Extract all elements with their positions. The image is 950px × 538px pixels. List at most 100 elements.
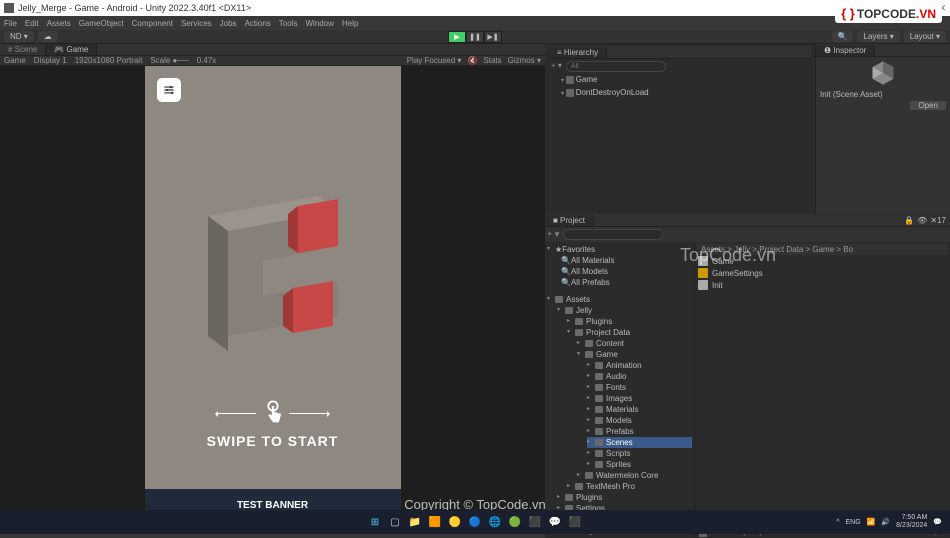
- menu-services[interactable]: Services: [181, 19, 212, 28]
- gameview-display[interactable]: Display 1: [34, 56, 67, 65]
- folder-game[interactable]: ▾Game: [577, 349, 692, 360]
- menu-file[interactable]: File: [4, 19, 17, 28]
- menu-help[interactable]: Help: [342, 19, 358, 28]
- create-dropdown[interactable]: + ▾: [551, 61, 562, 72]
- cloud-icon[interactable]: ☁: [38, 31, 58, 42]
- asset-game[interactable]: Game: [697, 255, 948, 267]
- mute-icon[interactable]: 🔇: [467, 56, 477, 65]
- chrome-icon[interactable]: 🌐: [487, 514, 503, 530]
- hierarchy-root[interactable]: Game: [549, 74, 811, 87]
- gameview-resolution[interactable]: 1920x1080 Portrait: [75, 56, 143, 65]
- project-create-dropdown[interactable]: + ▾: [547, 229, 559, 240]
- tab-hierarchy[interactable]: ≡ Hierarchy: [549, 47, 607, 58]
- menu-tools[interactable]: Tools: [279, 19, 298, 28]
- breadcrumb[interactable]: Assets > Jelly > Project Data > Game > B…: [697, 244, 948, 255]
- asset-gamesettings[interactable]: GameSettings: [697, 267, 948, 279]
- folder-plugins[interactable]: ▸Plugins: [567, 316, 692, 327]
- folder-projectdata[interactable]: ▾Project Data: [567, 327, 692, 338]
- gizmos-dropdown[interactable]: Gizmos ▾: [508, 56, 541, 65]
- gameview-toolbar: Game Display 1 1920x1080 Portrait Scale …: [0, 56, 545, 66]
- project-visibility-icon[interactable]: 👁: [917, 216, 927, 225]
- folder-scripts[interactable]: ▸Scripts: [587, 448, 692, 459]
- folder-textmesh[interactable]: ▸TextMesh Pro: [567, 481, 692, 492]
- folder-animation[interactable]: ▸Animation: [587, 360, 692, 371]
- account-dropdown[interactable]: ND ▾: [4, 31, 34, 42]
- project-search[interactable]: [563, 229, 663, 240]
- system-clock[interactable]: 7:50 AM 8/23/2024: [896, 514, 927, 530]
- folder-images[interactable]: ▸Images: [587, 393, 692, 404]
- swipe-prompt: SWIPE TO START: [145, 399, 401, 449]
- tray-language[interactable]: ENG: [846, 519, 861, 526]
- layout-dropdown[interactable]: Layout ▾: [904, 31, 946, 42]
- menu-window[interactable]: Window: [305, 19, 333, 28]
- folder-sprites[interactable]: ▸Sprites: [587, 459, 692, 470]
- tray-wifi-icon[interactable]: 📶: [867, 518, 876, 526]
- folder-audio[interactable]: ▸Audio: [587, 371, 692, 382]
- menu-gameobject[interactable]: GameObject: [79, 19, 124, 28]
- folder-watermelon[interactable]: ▸Watermelon Core: [577, 470, 692, 481]
- tab-inspector[interactable]: ❶ Inspector: [816, 45, 875, 56]
- settings-button[interactable]: [157, 78, 181, 102]
- gameview-mode[interactable]: Game: [4, 56, 26, 65]
- explorer-icon[interactable]: 📁: [407, 514, 423, 530]
- toolbar: ND ▾ ☁ ▶ ❚❚ ▶❚ 🔍 Layers ▾ Layout ▾: [0, 30, 950, 44]
- folder-content[interactable]: ▸Content: [577, 338, 692, 349]
- stats-toggle[interactable]: Stats: [483, 56, 501, 65]
- folder-materials[interactable]: ▸Materials: [587, 404, 692, 415]
- folder-models[interactable]: ▸Models: [587, 415, 692, 426]
- fav-all-materials[interactable]: 🔍 All Materials: [561, 255, 692, 266]
- watermark-logo: { } TOPCODE.VN: [835, 4, 942, 23]
- hand-tap-icon: [259, 399, 287, 427]
- main-area: # Scene 🎮 Game Game Display 1 1920x1080 …: [0, 44, 950, 508]
- play-button[interactable]: ▶: [448, 31, 466, 43]
- fav-all-prefabs[interactable]: 🔍 All Prefabs: [561, 277, 692, 288]
- asset-init[interactable]: Init: [697, 279, 948, 291]
- folder-prefabs[interactable]: ▸Prefabs: [587, 426, 692, 437]
- scene-icon: [566, 89, 574, 97]
- gameview-scale-label[interactable]: Scale ●──: [150, 56, 188, 65]
- project-lock-icon[interactable]: 🔒: [904, 216, 914, 225]
- favorites-header[interactable]: ▾★ Favorites: [547, 244, 692, 255]
- app-icon[interactable]: 🟡: [447, 514, 463, 530]
- play-focused-dropdown[interactable]: Play Focused ▾: [407, 56, 462, 65]
- tab-game[interactable]: 🎮 Game: [46, 44, 97, 55]
- assets-folder[interactable]: ▾Assets: [547, 294, 692, 305]
- menu-edit[interactable]: Edit: [25, 19, 39, 28]
- folder-jelly[interactable]: ▾Jelly: [557, 305, 692, 316]
- app-icon[interactable]: 💬: [547, 514, 563, 530]
- folder-plugins2[interactable]: ▸Plugins: [557, 492, 692, 503]
- hierarchy-dontdestroy[interactable]: DontDestroyOnLoad: [549, 87, 811, 100]
- tab-scene[interactable]: # Scene: [0, 44, 46, 55]
- tray-volume-icon[interactable]: 🔊: [881, 518, 890, 526]
- project-panel: ■ Project 🔒 👁 ✕17 + ▾ ▾★ Favorites 🔍 All…: [545, 214, 950, 538]
- arrow-right-icon: [289, 413, 329, 414]
- folder-scenes[interactable]: ▸Scenes: [587, 437, 692, 448]
- open-button[interactable]: Open: [910, 101, 946, 110]
- app-icon[interactable]: 🟢: [507, 514, 523, 530]
- app-icon[interactable]: 🔵: [467, 514, 483, 530]
- game-viewport: SWIPE TO START TEST BANNER: [0, 66, 545, 521]
- taskview-icon[interactable]: ▢: [387, 514, 403, 530]
- app-icon[interactable]: ⬛: [527, 514, 543, 530]
- step-button[interactable]: ▶❚: [484, 31, 502, 43]
- tray-chevron-icon[interactable]: ^: [836, 519, 839, 526]
- start-button[interactable]: ⊞: [367, 514, 383, 530]
- layers-dropdown[interactable]: Layers ▾: [857, 31, 899, 42]
- folder-fonts[interactable]: ▸Fonts: [587, 382, 692, 393]
- pause-button[interactable]: ❚❚: [466, 31, 484, 43]
- search-icon[interactable]: 🔍: [832, 31, 854, 42]
- menu-assets[interactable]: Assets: [47, 19, 71, 28]
- hierarchy-inspector-row: ≡ Hierarchy + ▾ Game DontDestroyOnLoad ❶…: [545, 44, 950, 214]
- game-screen[interactable]: SWIPE TO START TEST BANNER: [145, 66, 401, 521]
- notifications-icon[interactable]: 💬: [933, 518, 942, 526]
- hierarchy-search[interactable]: [566, 61, 666, 72]
- scene-asset-icon: [698, 256, 708, 266]
- app-icon[interactable]: 🟧: [427, 514, 443, 530]
- tab-project[interactable]: ■ Project: [545, 215, 594, 226]
- menu-jobs[interactable]: Jobs: [220, 19, 237, 28]
- unity-hub-icon[interactable]: ⬛: [567, 514, 583, 530]
- windows-taskbar: ⊞ ▢ 📁 🟧 🟡 🔵 🌐 🟢 ⬛ 💬 ⬛ ^ ENG 📶 🔊 7:50 AM …: [0, 510, 950, 534]
- menu-component[interactable]: Component: [132, 19, 173, 28]
- fav-all-models[interactable]: 🔍 All Models: [561, 266, 692, 277]
- menu-actions[interactable]: Actions: [245, 19, 271, 28]
